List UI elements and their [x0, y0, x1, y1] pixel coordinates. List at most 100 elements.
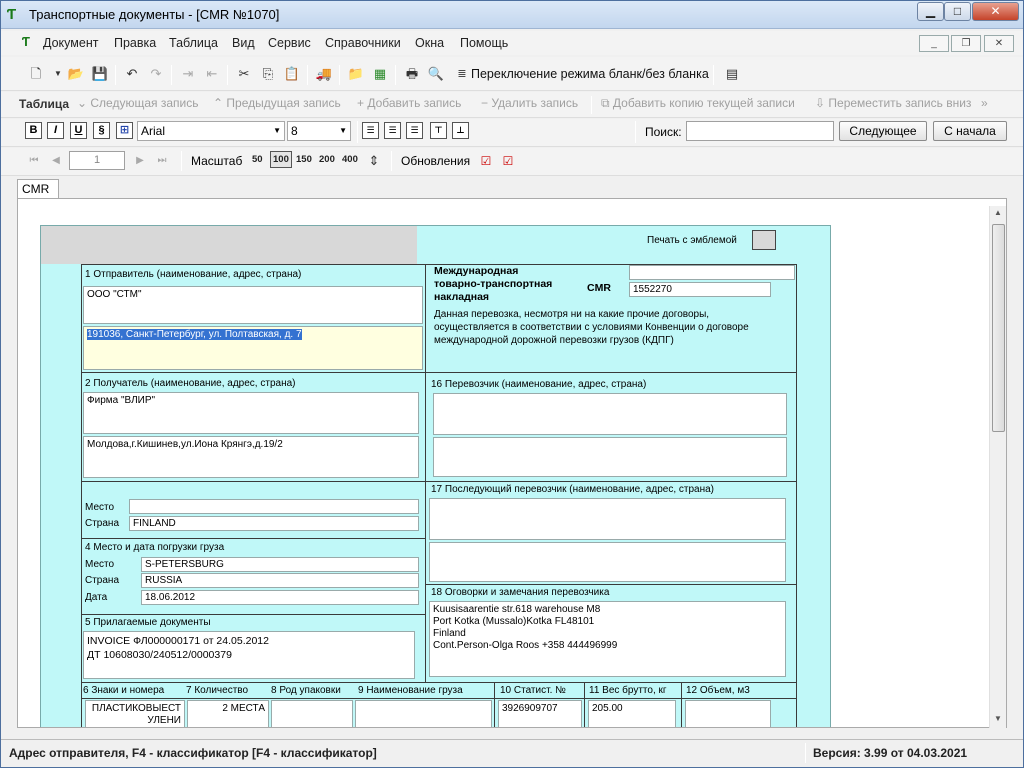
border-icon[interactable]: ⊞ — [116, 122, 133, 139]
underline-button[interactable]: U — [70, 122, 87, 139]
page-number-input[interactable]: 1 — [69, 151, 125, 170]
menu-edit[interactable]: Правка — [114, 36, 156, 50]
open-icon[interactable]: 📂 — [67, 65, 85, 83]
valign-top-icon[interactable]: ⊤ — [430, 122, 447, 139]
first-page-icon[interactable]: ⏮ — [25, 152, 43, 170]
next-record-button[interactable]: ⌄ Следующая запись — [77, 96, 198, 110]
cut-icon[interactable]: ✂ — [235, 65, 253, 83]
find-next-button[interactable]: Следующее — [839, 121, 927, 141]
delete-record-button[interactable]: − Удалить запись — [481, 96, 578, 110]
mdi-restore-button[interactable]: ❐ — [951, 35, 981, 52]
scroll-thumb[interactable] — [992, 224, 1005, 432]
font-select[interactable]: Arial ▼ — [137, 121, 285, 141]
align-right-icon[interactable]: ☰ — [406, 122, 423, 139]
settings-doc-icon[interactable]: ▤ — [723, 65, 741, 83]
folder-icon[interactable]: 📁 — [347, 65, 365, 83]
prev-record-button[interactable]: ⌃ Предыдущая запись — [213, 96, 341, 110]
menu-references[interactable]: Справочники — [325, 36, 401, 50]
sender-name-field[interactable]: ООО "СТМ" — [83, 286, 423, 324]
truck-icon[interactable]: 🚚 — [315, 65, 333, 83]
loading-country-field[interactable]: RUSSIA — [141, 573, 419, 588]
font-color-icon[interactable]: § — [93, 122, 110, 139]
align-left-icon[interactable]: ☰ — [362, 122, 379, 139]
maximize-button[interactable]: □ — [944, 2, 971, 21]
update-check-2-icon[interactable]: ☑ — [499, 152, 517, 170]
loading-place-field[interactable]: S-PETERSBURG — [141, 557, 419, 572]
vertical-scrollbar[interactable]: ▲ ▼ — [989, 206, 1006, 728]
paste-icon[interactable]: 📋 — [283, 65, 301, 83]
next-page-icon[interactable]: ▶ — [131, 152, 149, 170]
cmr-top-field[interactable] — [629, 265, 795, 280]
move-down-button[interactable]: ⇩ Переместить запись вниз — [815, 96, 971, 110]
print-emblem-checkbox[interactable] — [752, 230, 776, 250]
toolbar-overflow-icon[interactable]: » — [981, 96, 988, 110]
new-dropdown-icon[interactable]: ▼ — [49, 65, 67, 83]
add-record-button[interactable]: + Добавить запись — [357, 96, 461, 110]
font-size-select[interactable]: 8 ▼ — [287, 121, 351, 141]
cmr-title-2: товарно-транспортная — [434, 278, 553, 290]
search-input[interactable] — [686, 121, 834, 141]
cmr-number-field[interactable]: 1552270 — [629, 282, 771, 297]
close-button[interactable]: ✕ — [972, 2, 1019, 21]
scroll-up-icon[interactable]: ▲ — [994, 208, 1002, 217]
row-weight-field[interactable]: 205.00 — [588, 700, 676, 727]
copy-icon[interactable]: ⎘ — [259, 65, 277, 83]
zoom-50-button[interactable]: 50 — [252, 154, 263, 165]
zoom-fit-icon[interactable]: ⇕ — [365, 152, 383, 170]
remarks-field[interactable]: Kuusisaarentie str.618 warehouse M8 Port… — [429, 601, 786, 677]
row-volume-field[interactable] — [685, 700, 771, 727]
row-name-field[interactable] — [355, 700, 492, 727]
next-carrier-name-field[interactable] — [429, 498, 786, 540]
carrier-name-field[interactable] — [433, 393, 787, 435]
menu-view[interactable]: Вид — [232, 36, 255, 50]
menu-table[interactable]: Таблица — [169, 36, 218, 50]
zoom-200-button[interactable]: 200 — [319, 154, 335, 165]
save-icon[interactable]: 💾 — [91, 65, 109, 83]
delivery-place-label: Место — [85, 502, 115, 513]
docs-field[interactable]: INVOICE ФЛ000000171 от 24.05.2012 ДТ 106… — [83, 631, 415, 679]
scroll-down-icon[interactable]: ▼ — [994, 714, 1002, 723]
menu-document[interactable]: Документ — [43, 36, 98, 50]
next-carrier-address-field[interactable] — [429, 542, 786, 582]
undo-icon[interactable]: ↶ — [123, 65, 141, 83]
consignee-name-field[interactable]: Фирма "ВЛИР" — [83, 392, 419, 434]
valign-bottom-icon[interactable]: ⊥ — [452, 122, 469, 139]
export-icon[interactable]: ⇤ — [203, 65, 221, 83]
delivery-place-field[interactable] — [129, 499, 419, 514]
mdi-minimize-button[interactable]: _ — [919, 35, 949, 52]
delivery-country-field[interactable]: FINLAND — [129, 516, 419, 531]
print-preview-icon[interactable]: 🔍 — [427, 65, 445, 83]
zoom-150-button[interactable]: 150 — [296, 154, 312, 165]
row-marks-field[interactable]: ПЛАСТИКОВЫЕСТ УЛЕНИ — [85, 700, 185, 727]
toggle-blank-button[interactable]: Переключение режима бланк/без бланка — [471, 67, 709, 81]
carrier-address-field[interactable] — [433, 437, 787, 477]
prev-page-icon[interactable]: ◀ — [47, 152, 65, 170]
folder-green-icon[interactable]: ▦ — [371, 65, 389, 83]
row-qty-field[interactable]: 2 МЕСТА — [187, 700, 269, 727]
update-check-icon[interactable]: ☑ — [477, 152, 495, 170]
last-page-icon[interactable]: ⏭ — [153, 152, 171, 170]
new-document-icon[interactable]: 🗋 — [27, 65, 45, 83]
menu-service[interactable]: Сервис — [268, 36, 311, 50]
consignee-address-field[interactable]: Молдова,г.Кишинев,ул.Иона Крянгэ,д.19/2 — [83, 436, 419, 478]
import-icon[interactable]: ⇥ — [179, 65, 197, 83]
redo-icon[interactable]: ↷ — [147, 65, 165, 83]
find-restart-button[interactable]: С начала — [933, 121, 1007, 141]
align-center-icon[interactable]: ☰ — [384, 122, 401, 139]
tab-cmr[interactable]: CMR — [17, 179, 59, 199]
zoom-400-button[interactable]: 400 — [342, 154, 358, 165]
italic-button[interactable]: I — [47, 122, 64, 139]
mdi-close-button[interactable]: ✕ — [984, 35, 1014, 52]
toggle-blank-icon[interactable]: ≣ — [453, 65, 471, 83]
row-stat-field[interactable]: 3926909707 — [498, 700, 582, 727]
loading-date-field[interactable]: 18.06.2012 — [141, 590, 419, 605]
sender-address-field[interactable]: 191036, Санкт-Петербург, ул. Полтавская,… — [83, 326, 423, 370]
menu-help[interactable]: Помощь — [460, 36, 508, 50]
zoom-100-button[interactable]: 100 — [270, 151, 292, 168]
minimize-button[interactable]: ▁ — [917, 2, 944, 21]
bold-button[interactable]: B — [25, 122, 42, 139]
row-pack-field[interactable] — [271, 700, 353, 727]
copy-record-button[interactable]: ⧉ Добавить копию текущей записи — [601, 96, 795, 111]
print-icon[interactable]: 🖶 — [403, 65, 421, 83]
menu-windows[interactable]: Окна — [415, 36, 444, 50]
